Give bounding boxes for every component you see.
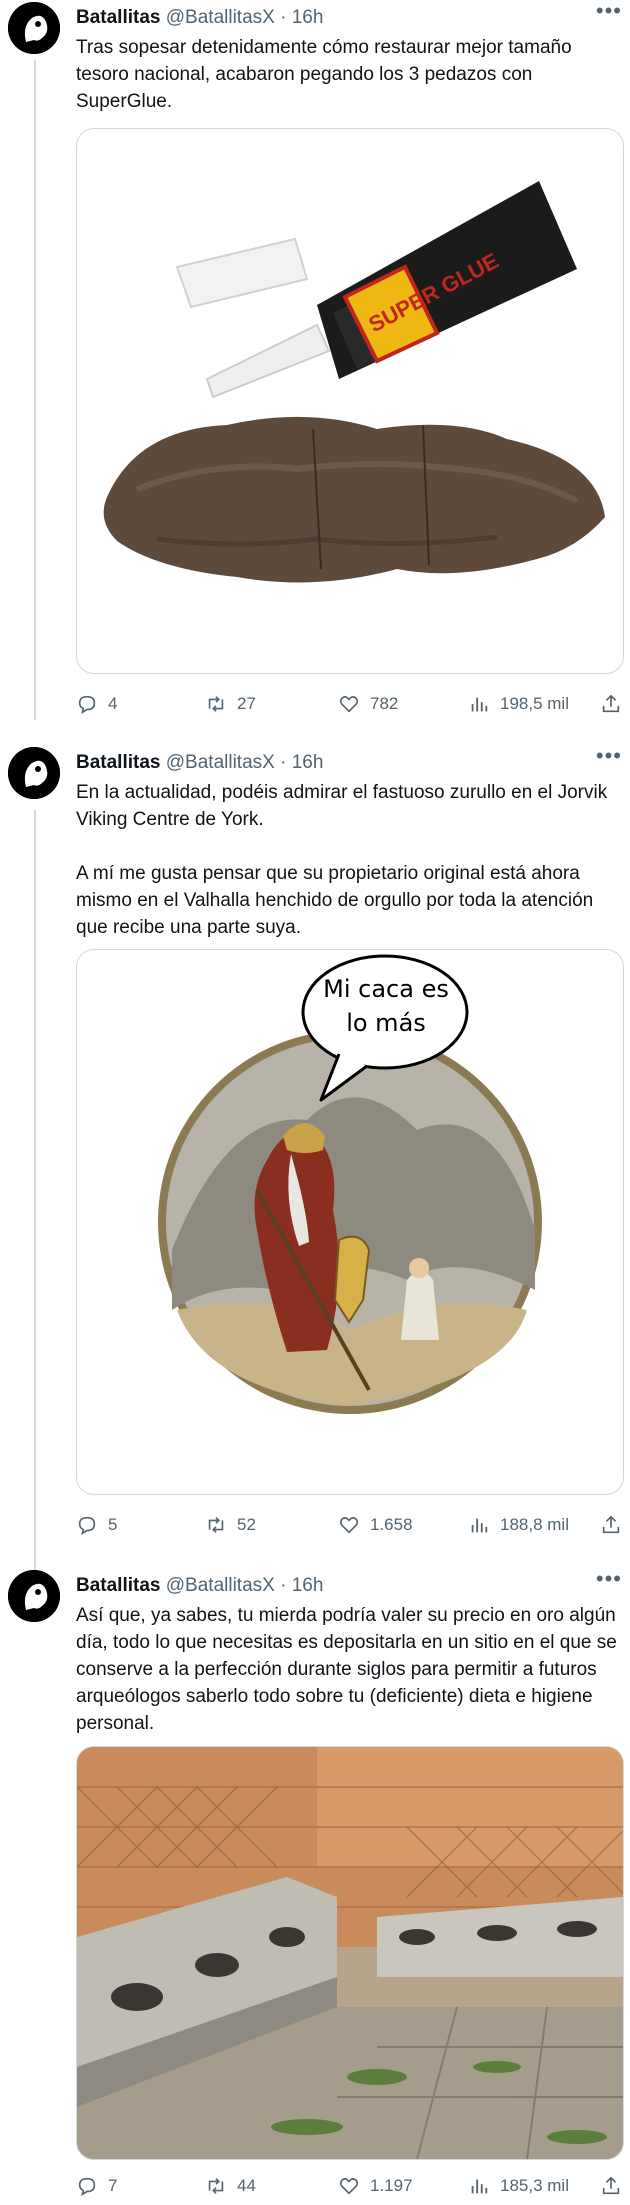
speech-bubble-text: Mi caca es lo más xyxy=(323,975,449,1037)
separator-dot: · xyxy=(280,7,287,28)
views-icon xyxy=(471,697,488,712)
reply-count: 4 xyxy=(108,694,118,713)
more-icon[interactable]: ••• xyxy=(596,1566,622,1592)
superglue-image: SUPER GLUE xyxy=(103,181,606,583)
like-button[interactable]: 1.197 xyxy=(338,2174,413,2198)
tweet-image[interactable] xyxy=(76,1746,624,2160)
tweet[interactable]: Batallitas @BatallitasX · 16h ••• Así qu… xyxy=(0,1566,630,2205)
like-icon xyxy=(339,696,359,713)
author-handle[interactable]: @BatallitasX xyxy=(166,7,275,28)
views-icon xyxy=(471,2179,488,2194)
reply-icon xyxy=(78,2177,96,2196)
tweet-image[interactable]: SUPER GLUE xyxy=(76,128,624,674)
like-count: 1.658 xyxy=(370,1515,413,1534)
share-button[interactable] xyxy=(600,1513,622,1537)
tweet-actions: 5 52 1.658 188,8 mil xyxy=(76,1513,624,1537)
tweet-text: En la actualidad, podéis admirar el fast… xyxy=(76,782,608,938)
reply-count: 5 xyxy=(108,1515,118,1534)
separator-dot: · xyxy=(280,1575,287,1596)
views-button[interactable]: 198,5 mil xyxy=(468,692,569,716)
reply-button[interactable]: 7 xyxy=(76,2174,117,2198)
tweet-actions: 4 27 782 198,5 mil xyxy=(76,692,624,716)
tweet-text: Tras sopesar detenidamente cómo restaura… xyxy=(76,37,577,112)
like-icon xyxy=(339,2178,359,2195)
retweet-button[interactable]: 44 xyxy=(205,2174,256,2198)
like-button[interactable]: 782 xyxy=(338,692,398,716)
author-handle[interactable]: @BatallitasX xyxy=(166,752,275,773)
retweet-button[interactable]: 52 xyxy=(205,1513,256,1537)
retweet-button[interactable]: 27 xyxy=(205,692,256,716)
views-count: 185,3 mil xyxy=(500,2176,569,2195)
tweet-text: Así que, ya sabes, tu mierda podría vale… xyxy=(76,1605,623,1734)
timestamp[interactable]: 16h xyxy=(292,752,324,773)
avatar[interactable] xyxy=(8,1570,60,1622)
reply-icon xyxy=(78,1516,96,1535)
share-icon xyxy=(602,2176,620,2195)
avatar[interactable] xyxy=(8,747,60,799)
share-icon xyxy=(602,1515,620,1534)
avatar[interactable] xyxy=(8,2,60,54)
tweet[interactable]: Batallitas @BatallitasX · 16h ••• En la … xyxy=(0,743,630,1547)
share-icon xyxy=(602,694,620,713)
views-button[interactable]: 185,3 mil xyxy=(468,2174,569,2198)
author-name[interactable]: Batallitas xyxy=(76,1575,160,1596)
like-count: 1.197 xyxy=(370,2176,413,2195)
reply-button[interactable]: 4 xyxy=(76,692,117,716)
reply-icon xyxy=(78,695,96,714)
like-icon xyxy=(339,1517,359,1534)
share-button[interactable] xyxy=(600,2174,622,2198)
author-name[interactable]: Batallitas xyxy=(76,7,160,28)
author-name[interactable]: Batallitas xyxy=(76,752,160,773)
views-button[interactable]: 188,8 mil xyxy=(468,1513,569,1537)
timestamp[interactable]: 16h xyxy=(292,1575,324,1596)
retweet-icon xyxy=(208,696,224,712)
tweet-actions: 7 44 1.197 185,3 mil xyxy=(76,2174,624,2198)
reply-count: 7 xyxy=(108,2176,118,2195)
retweet-count: 52 xyxy=(237,1515,256,1534)
author-handle[interactable]: @BatallitasX xyxy=(166,1575,275,1596)
separator-dot: · xyxy=(280,752,287,773)
tweet-image[interactable]: Mi caca es lo más xyxy=(76,949,624,1495)
timestamp[interactable]: 16h xyxy=(292,7,324,28)
more-icon[interactable]: ••• xyxy=(596,743,622,769)
retweet-icon xyxy=(208,2178,224,2194)
retweet-count: 44 xyxy=(237,2176,256,2195)
views-count: 188,8 mil xyxy=(500,1515,569,1534)
like-count: 782 xyxy=(370,694,399,713)
views-icon xyxy=(471,1518,488,1533)
more-icon[interactable]: ••• xyxy=(596,0,622,24)
tweet[interactable]: Batallitas @BatallitasX · 16h ••• Tras s… xyxy=(0,0,630,727)
tweet-header: Batallitas @BatallitasX · 16h xyxy=(76,6,630,30)
reply-button[interactable]: 5 xyxy=(76,1513,117,1537)
tweet-header: Batallitas @BatallitasX · 16h xyxy=(76,1574,630,1598)
retweet-count: 27 xyxy=(237,694,256,713)
latrines-image xyxy=(77,1747,623,2159)
share-button[interactable] xyxy=(600,692,622,716)
retweet-icon xyxy=(208,1517,224,1533)
like-button[interactable]: 1.658 xyxy=(338,1513,413,1537)
views-count: 198,5 mil xyxy=(500,694,569,713)
tweet-header: Batallitas @BatallitasX · 16h xyxy=(76,751,630,775)
